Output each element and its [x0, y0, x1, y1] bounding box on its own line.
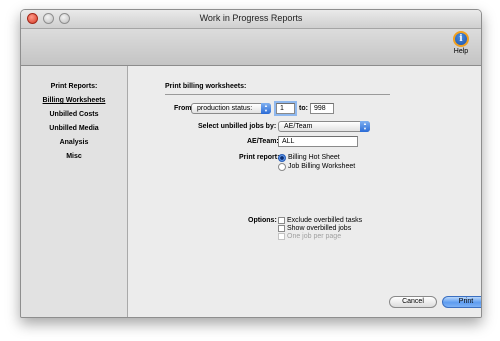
help-button[interactable]: i Help [449, 31, 473, 63]
report-window: Work in Progress Reports i Help Print Re… [20, 9, 482, 318]
production-status-popup-value: production status: [197, 105, 253, 112]
show-overbilled-label: Show overbilled jobs [287, 225, 352, 232]
show-overbilled-checkbox[interactable] [278, 225, 285, 232]
main-panel: Print billing worksheets: From productio… [128, 66, 481, 317]
to-label: to: [299, 105, 308, 112]
select-jobs-popup-value: AE/Team [284, 123, 313, 130]
ae-team-label: AE/Team: [247, 138, 279, 145]
sidebar-item-unbilled-costs[interactable]: Unbilled Costs [21, 111, 127, 118]
billing-hot-sheet-label: Billing Hot Sheet [288, 154, 340, 161]
section-divider [165, 94, 390, 95]
sidebar-item-billing-worksheets[interactable]: Billing Worksheets [21, 97, 127, 104]
sidebar-heading: Print Reports: [50, 83, 98, 90]
title-bar: Work in Progress Reports [21, 10, 481, 29]
options-label: Options: [248, 217, 277, 224]
job-billing-worksheet-radio[interactable] [278, 163, 286, 171]
to-status-field[interactable]: 998 [310, 103, 334, 114]
section-title: Print billing worksheets: [165, 83, 247, 90]
popup-arrows-icon: ▲ ▼ [360, 121, 370, 132]
one-job-per-page-label: One job per page [287, 233, 342, 240]
from-status-field[interactable]: 1 [276, 103, 295, 114]
help-icon: i [453, 31, 469, 47]
billing-hot-sheet-radio[interactable] [278, 154, 286, 162]
ae-team-field[interactable]: ALL [278, 136, 358, 147]
from-label: From [174, 105, 192, 112]
cancel-button[interactable]: Cancel [389, 296, 437, 308]
sidebar-item-misc[interactable]: Misc [21, 153, 127, 160]
production-status-popup[interactable]: production status: ▲ ▼ [191, 103, 271, 114]
one-job-per-page-checkbox [278, 233, 285, 240]
select-jobs-popup[interactable]: AE/Team ▲ ▼ [278, 121, 370, 132]
popup-arrows-icon: ▲ ▼ [261, 103, 271, 114]
exclude-overbilled-checkbox[interactable] [278, 217, 285, 224]
sidebar-item-unbilled-media[interactable]: Unbilled Media [21, 125, 127, 132]
window-title: Work in Progress Reports [199, 13, 303, 23]
sidebar-item-analysis[interactable]: Analysis [21, 139, 127, 146]
report-sidebar: Print Reports: Billing Worksheets Unbill… [21, 66, 128, 317]
job-billing-worksheet-label: Job Billing Worksheet [288, 163, 356, 170]
exclude-overbilled-label: Exclude overbilled tasks [287, 217, 363, 224]
toolbar: i Help [21, 29, 481, 66]
print-button[interactable]: Print [442, 296, 481, 308]
print-report-label: Print report: [239, 154, 280, 161]
help-label: Help [453, 48, 469, 55]
select-jobs-label: Select unbilled jobs by: [198, 123, 277, 130]
